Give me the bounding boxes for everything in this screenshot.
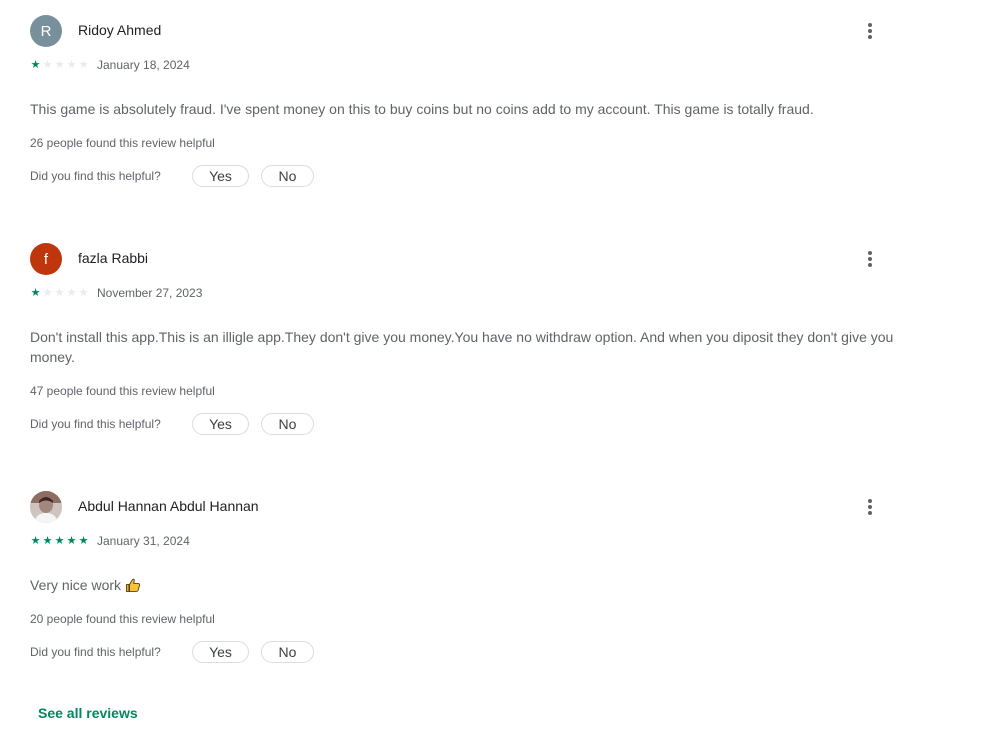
star-icon: ★ xyxy=(54,287,65,299)
review-text: Very nice work xyxy=(30,577,122,593)
star-icon: ★ xyxy=(30,59,41,71)
review-card: R Ridoy Ahmed ★ ★ ★ ★ ★ January 18, 2024… xyxy=(30,15,890,187)
helpful-row: Did you find this helpful? Yes No xyxy=(30,164,314,188)
review-header: f fazla Rabbi xyxy=(30,243,890,275)
avatar: R xyxy=(30,15,62,47)
avatar xyxy=(30,491,62,523)
more-vert-icon xyxy=(868,251,872,267)
star-icon: ★ xyxy=(78,287,89,299)
profile-photo xyxy=(30,491,62,523)
more-options-button[interactable] xyxy=(856,245,884,273)
helpful-question: Did you find this helpful? xyxy=(30,645,161,659)
star-icon: ★ xyxy=(66,535,77,547)
star-icon: ★ xyxy=(66,59,77,71)
review-date: January 18, 2024 xyxy=(97,58,190,72)
more-options-button[interactable] xyxy=(856,493,884,521)
review-meta: ★ ★ ★ ★ ★ January 18, 2024 xyxy=(30,58,190,72)
star-icon: ★ xyxy=(78,535,89,547)
helpful-yes-button[interactable]: Yes xyxy=(192,165,249,187)
review-date: January 31, 2024 xyxy=(97,534,190,548)
star-icon: ★ xyxy=(30,287,41,299)
reviewer-name: Abdul Hannan Abdul Hannan xyxy=(78,498,259,514)
review-meta: ★ ★ ★ ★ ★ November 27, 2023 xyxy=(30,286,203,300)
reviewer-name: fazla Rabbi xyxy=(78,250,149,266)
star-icon: ★ xyxy=(54,59,65,71)
more-vert-icon xyxy=(868,499,872,515)
review-meta: ★ ★ ★ ★ ★ January 31, 2024 xyxy=(30,534,190,548)
more-vert-icon xyxy=(868,23,872,39)
star-icon: ★ xyxy=(42,535,53,547)
star-rating: ★ ★ ★ ★ ★ xyxy=(30,535,90,547)
helpful-question: Did you find this helpful? xyxy=(30,169,161,183)
review-card: f fazla Rabbi ★ ★ ★ ★ ★ November 27, 202… xyxy=(30,243,893,435)
star-rating: ★ ★ ★ ★ ★ xyxy=(30,59,90,71)
star-icon: ★ xyxy=(54,535,65,547)
review-text: This game is absolutely fraud. I've spen… xyxy=(30,101,814,117)
helpful-yes-button[interactable]: Yes xyxy=(192,413,249,435)
review-header: Abdul Hannan Abdul Hannan xyxy=(30,491,890,523)
helpful-count: 47 people found this review helpful xyxy=(30,384,215,398)
reviewer-name: Ridoy Ahmed xyxy=(78,22,162,38)
helpful-row: Did you find this helpful? Yes No xyxy=(30,640,314,664)
helpful-count: 26 people found this review helpful xyxy=(30,136,215,150)
helpful-no-button[interactable]: No xyxy=(261,413,314,435)
helpful-count: 20 people found this review helpful xyxy=(30,612,215,626)
review-header: R Ridoy Ahmed xyxy=(30,15,890,47)
avatar: f xyxy=(30,243,62,275)
star-icon: ★ xyxy=(42,59,53,71)
star-icon: ★ xyxy=(66,287,77,299)
more-options-button[interactable] xyxy=(856,17,884,45)
helpful-row: Did you find this helpful? Yes No xyxy=(30,412,314,436)
star-icon: ★ xyxy=(42,287,53,299)
star-icon: ★ xyxy=(30,535,41,547)
helpful-question: Did you find this helpful? xyxy=(30,417,161,431)
helpful-yes-button[interactable]: Yes xyxy=(192,641,249,663)
helpful-no-button[interactable]: No xyxy=(261,165,314,187)
thumbs-up-icon xyxy=(126,578,141,592)
helpful-no-button[interactable]: No xyxy=(261,641,314,663)
review-text-container: Very nice work xyxy=(30,575,900,595)
review-card: Abdul Hannan Abdul Hannan ★ ★ ★ ★ ★ Janu… xyxy=(30,491,890,663)
see-all-reviews-link[interactable]: See all reviews xyxy=(38,705,138,721)
review-date: November 27, 2023 xyxy=(97,286,203,300)
star-rating: ★ ★ ★ ★ ★ xyxy=(30,287,90,299)
star-icon: ★ xyxy=(78,59,89,71)
review-text: Don't install this app.This is an illigl… xyxy=(30,329,894,365)
